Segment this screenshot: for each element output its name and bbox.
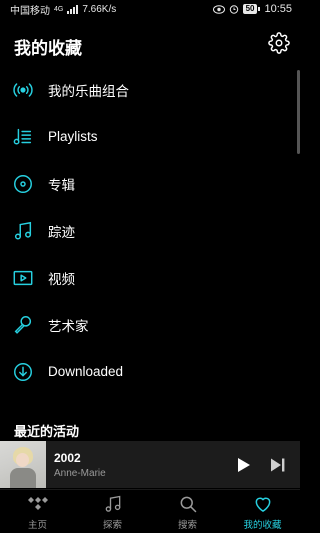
track-title: 2002: [54, 450, 81, 465]
signal-icon: [67, 4, 79, 14]
radio-signal-icon: [12, 79, 34, 101]
album-disc-icon: [12, 173, 34, 195]
tab-label: 主页: [27, 519, 47, 531]
battery-icon: 50: [242, 4, 261, 14]
settings-button[interactable]: [268, 32, 290, 54]
status-right: 50 10:55: [212, 3, 292, 15]
menu-item-downloaded[interactable]: Downloaded: [0, 348, 300, 395]
network-type: 4G: [54, 5, 64, 13]
collection-menu: 我的乐曲组合 Playlists 专辑 踪迹 视频 艺术家 Downloaded: [0, 66, 300, 395]
next-track-button[interactable]: [264, 451, 292, 479]
play-button[interactable]: [230, 451, 258, 479]
download-icon: [12, 361, 34, 383]
tidal-logo-icon: [27, 493, 49, 515]
menu-item-mixes[interactable]: 我的乐曲组合: [0, 66, 300, 113]
tab-home[interactable]: 主页: [0, 490, 75, 533]
menu-label: 艺术家: [48, 318, 89, 334]
menu-item-artists[interactable]: 艺术家: [0, 301, 300, 348]
tab-label: 探索: [102, 519, 122, 531]
menu-item-videos[interactable]: 视频: [0, 254, 300, 301]
bottom-tab-bar: 主页 探索 搜索 我的收藏: [0, 489, 300, 533]
menu-label: 专辑: [48, 177, 75, 193]
video-play-icon: [12, 267, 34, 289]
scrollbar[interactable]: [297, 70, 300, 154]
skip-next-icon: [271, 458, 285, 471]
menu-label: 我的乐曲组合: [48, 83, 129, 99]
microphone-icon: [12, 314, 34, 336]
tab-search[interactable]: 搜索: [150, 490, 225, 533]
track-artist: Anne-Marie: [54, 467, 106, 479]
gear-icon: [268, 32, 290, 54]
alarm-icon: [229, 5, 238, 14]
tab-label: 我的收藏: [243, 519, 282, 531]
eye-icon: [212, 4, 225, 14]
network-speed: 7.66K/s: [82, 3, 117, 15]
menu-label: 视频: [48, 271, 75, 287]
tab-my-collection[interactable]: 我的收藏: [225, 490, 300, 533]
menu-item-playlists[interactable]: Playlists: [0, 113, 300, 160]
tab-label: 搜索: [177, 519, 197, 531]
mini-player[interactable]: 2002 Anne-Marie: [0, 441, 300, 488]
carrier-label: 中国移动: [10, 5, 50, 17]
play-icon: [238, 457, 250, 472]
menu-label: Downloaded: [48, 364, 124, 379]
music-note-icon: [102, 493, 124, 515]
playlist-icon: [12, 126, 34, 148]
music-note-icon: [12, 220, 34, 242]
tab-explore[interactable]: 探索: [75, 490, 150, 533]
menu-item-tracks[interactable]: 踪迹: [0, 207, 300, 254]
header: 我的收藏: [0, 28, 300, 60]
heart-icon: [252, 493, 274, 515]
status-bar: 中国移动 4G 7.66K/s 50 10:55: [0, 0, 300, 18]
menu-label: Playlists: [48, 129, 98, 144]
search-icon: [177, 493, 199, 515]
page-title: 我的收藏: [14, 39, 82, 58]
status-time: 10:55: [264, 3, 292, 15]
album-art[interactable]: [0, 441, 46, 488]
recent-activity-heading: 最近的活动: [14, 424, 80, 439]
menu-label: 踪迹: [48, 224, 75, 240]
menu-item-albums[interactable]: 专辑: [0, 160, 300, 207]
status-left: 中国移动 4G 7.66K/s: [10, 2, 116, 17]
track-info[interactable]: 2002 Anne-Marie: [54, 451, 230, 479]
battery-level: 50: [242, 4, 258, 14]
